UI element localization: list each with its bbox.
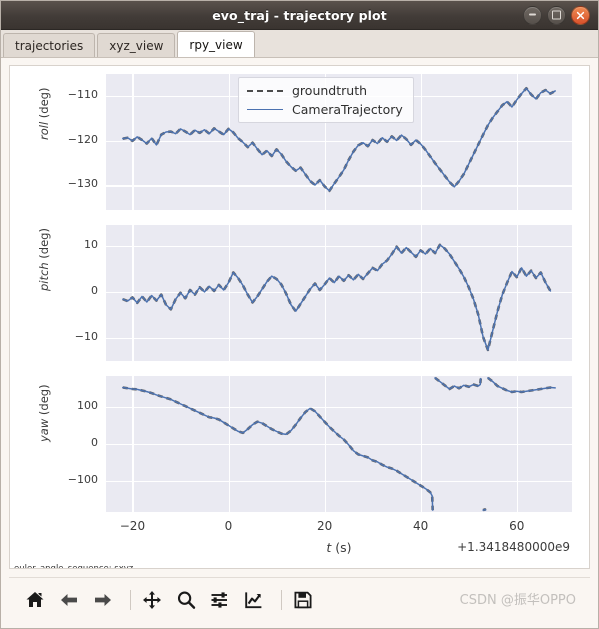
pitch-y-tick-label: 10	[84, 237, 98, 251]
tab-rpy-view[interactable]: rpy_view	[177, 31, 255, 57]
home-button[interactable]	[21, 586, 49, 614]
window-title: evo_traj - trajectory plot	[212, 7, 387, 23]
tab-trajectories[interactable]: trajectories	[3, 33, 96, 57]
legend-label: groundtruth	[292, 83, 368, 98]
forward-button[interactable]	[89, 586, 117, 614]
figure-canvas[interactable]: roll (deg) pitch (deg) yaw (deg) t (s) +…	[9, 65, 590, 569]
x-axis-label: t (s)	[299, 540, 379, 555]
tab-label: xyz_view	[109, 38, 164, 53]
toolbar-separator	[130, 590, 131, 610]
close-button[interactable]	[571, 5, 590, 25]
chart-line-icon	[245, 592, 262, 609]
maximize-icon	[552, 10, 561, 19]
roll-y-axis-label-unit: (deg)	[37, 87, 51, 119]
sliders-icon	[211, 592, 227, 608]
tab-xyz-view[interactable]: xyz_view	[97, 33, 176, 57]
arrow-left-icon	[61, 594, 77, 606]
legend-entry-groundtruth: groundtruth	[247, 83, 403, 98]
x-tick-label: 0	[224, 519, 233, 533]
pan-button[interactable]	[138, 586, 166, 614]
minimize-icon	[529, 13, 536, 16]
move-cross-icon	[143, 591, 161, 609]
edit-curves-button[interactable]	[240, 586, 268, 614]
plot-legend[interactable]: groundtruth CameraTrajectory	[238, 77, 414, 123]
yaw-y-axis-label-unit: (deg)	[37, 384, 51, 416]
home-icon	[26, 592, 44, 607]
watermark: CSDN @振华OPPO	[459, 593, 576, 608]
x-tick-label: 40	[413, 519, 429, 533]
navigation-toolbar: CSDN @振华OPPO	[9, 578, 590, 622]
application-window: evo_traj - trajectory plot trajectories …	[0, 0, 599, 629]
tab-label: trajectories	[15, 38, 84, 53]
pitch-axes[interactable]	[106, 225, 572, 361]
groundtruth-line	[122, 243, 552, 352]
x-axis-label-unit: (s)	[335, 540, 352, 555]
toolbar-separator	[281, 590, 282, 610]
x-axis-label-name: t	[326, 540, 332, 555]
yaw-y-tick-label: −100	[67, 473, 98, 487]
yaw-y-axis-label-name: yaw	[37, 418, 51, 442]
close-icon	[576, 11, 585, 19]
roll-y-tick-label: −120	[67, 132, 98, 146]
roll-y-tick-label: −130	[67, 177, 98, 191]
x-tick-label: −20	[119, 519, 146, 533]
yaw-y-tick-label: 100	[77, 398, 98, 412]
magnifier-icon	[177, 591, 196, 609]
roll-y-tick-label: −110	[67, 88, 98, 102]
cameratrajectory-line	[122, 377, 556, 511]
legend-entry-cameratrajectory: CameraTrajectory	[247, 102, 403, 117]
tab-label: rpy_view	[189, 37, 243, 52]
matplotlib-figure: roll (deg) pitch (deg) yaw (deg) t (s) +…	[10, 66, 589, 568]
yaw-series	[122, 376, 556, 512]
groundtruth-line	[122, 376, 556, 512]
x-axis-offset-text: +1.3418480000e9	[457, 540, 570, 554]
minimize-button[interactable]	[523, 5, 542, 25]
euler-sequence-note: euler_angle_sequence: sxyz	[14, 564, 134, 569]
x-tick-label: 60	[509, 519, 525, 533]
yaw-y-tick-label: 0	[91, 436, 98, 449]
pitch-y-tick-label: 0	[91, 283, 98, 297]
arrow-right-icon	[95, 594, 111, 606]
pitch-series	[122, 243, 552, 352]
pitch-y-axis-label-name: pitch	[37, 262, 51, 291]
zoom-button[interactable]	[172, 586, 200, 614]
maximize-button[interactable]	[547, 5, 566, 25]
window-controls	[523, 1, 590, 29]
floppy-disk-icon	[294, 591, 312, 609]
back-button[interactable]	[55, 586, 83, 614]
title-bar: evo_traj - trajectory plot	[1, 1, 598, 30]
tab-bar: trajectories xyz_view rpy_view	[1, 30, 598, 58]
pitch-y-axis-label-unit: (deg)	[37, 228, 51, 259]
roll-y-axis-label-name: roll	[37, 121, 51, 140]
x-tick-label: 20	[316, 519, 333, 533]
legend-label: CameraTrajectory	[292, 102, 403, 117]
save-button[interactable]	[289, 586, 317, 614]
pitch-y-tick-label: −10	[74, 329, 98, 343]
configure-subplots-button[interactable]	[206, 586, 234, 614]
yaw-axes[interactable]	[106, 376, 572, 512]
